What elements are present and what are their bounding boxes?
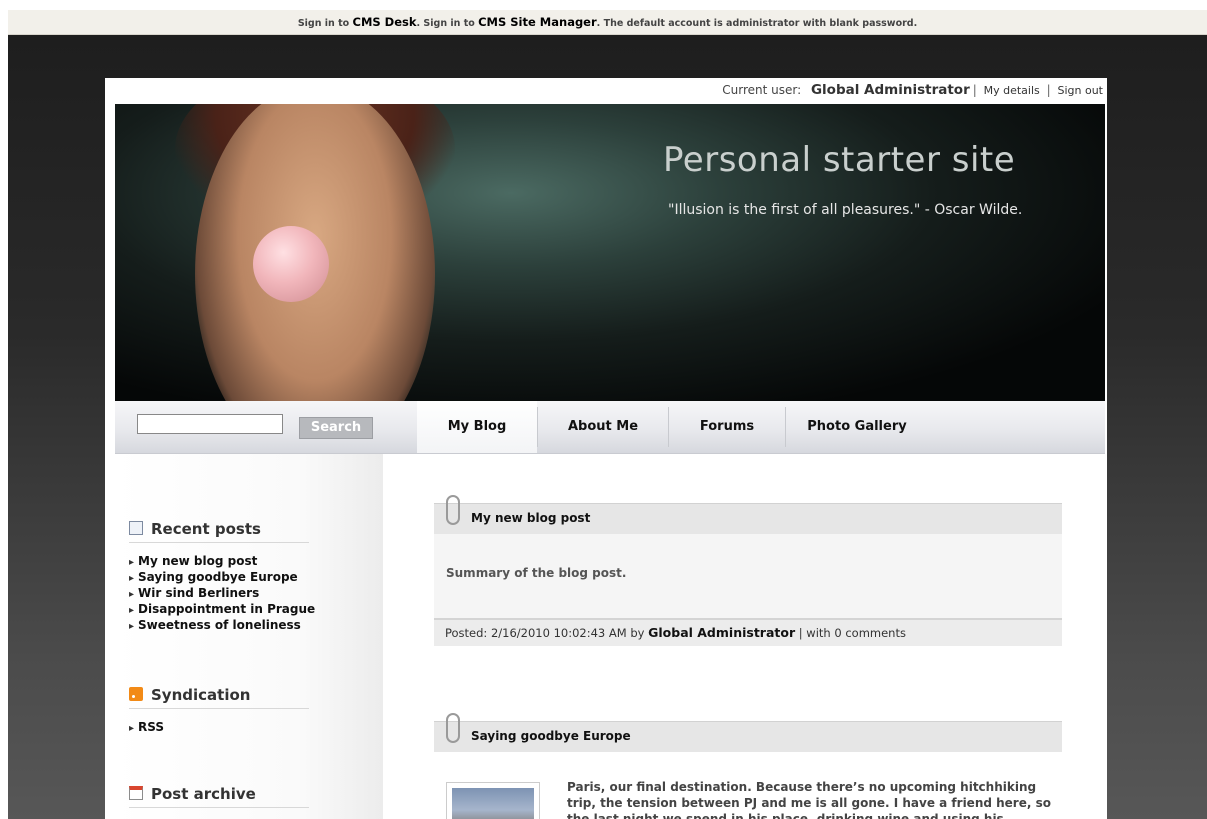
search-input[interactable] [137,414,283,434]
topbar-text-2: . Sign in to [416,18,475,29]
syndication-heading: Syndication [129,686,309,709]
post-archive-heading: Post archive [129,785,309,808]
post-thumbnail[interactable] [446,782,540,819]
post-body: Summary of the blog post. [434,534,1062,618]
post-date: Posted: 2/16/2010 10:02:43 AM by [445,626,645,640]
nav-tab-forums[interactable]: Forums [669,401,785,453]
syndication-title: Syndication [151,686,251,704]
recent-post-link[interactable]: My new blog post [129,554,315,570]
signin-info-bar: Sign in to CMS Desk. Sign in to CMS Site… [8,10,1207,35]
header-banner: Personal starter site "Illusion is the f… [115,104,1105,401]
topbar-text-3: . The default account is administrator w… [596,18,918,29]
nav-tab-my-blog[interactable]: My Blog [417,401,537,453]
syndication-list: RSS [129,720,164,736]
recent-posts-list: My new blog post Saying goodbye Europe W… [129,554,315,634]
post-author-link[interactable]: Global Administrator [648,625,795,640]
post-header: My new blog post [434,495,1062,534]
banner-photo-bubblegum [253,226,329,302]
recent-post-link[interactable]: Wir sind Berliners [129,586,315,602]
calendar-icon [129,786,143,800]
site-title: Personal starter site [663,140,1016,180]
post-summary: Summary of the blog post. [446,566,627,580]
site-page: Current user: Global Administrator | My d… [105,78,1107,819]
paperclip-icon [446,713,460,743]
rss-icon [129,687,143,701]
sidebar: Recent posts My new blog post Saying goo… [115,454,383,819]
sign-out-link[interactable]: Sign out [1057,84,1103,97]
search-button[interactable]: Search [299,417,373,439]
post-comments-link[interactable]: | with 0 comments [799,626,906,640]
browser-viewport: Sign in to CMS Desk. Sign in to CMS Site… [8,10,1207,819]
page-icon [129,521,143,535]
post-title-link[interactable]: My new blog post [471,511,590,525]
recent-post-link[interactable]: Disappointment in Prague [129,602,315,618]
post-footer: Posted: 2/16/2010 10:02:43 AM by Global … [434,618,1062,646]
my-details-link[interactable]: My details [984,84,1040,97]
site-quote: "Illusion is the first of all pleasures.… [668,202,1023,218]
separator: | [972,83,977,97]
recent-posts-heading: Recent posts [129,520,309,543]
recent-post-link[interactable]: Saying goodbye Europe [129,570,315,586]
cms-site-manager-link[interactable]: CMS Site Manager [478,15,597,29]
thumbnail-image [452,788,534,819]
cms-desk-link[interactable]: CMS Desk [353,15,417,29]
rss-link[interactable]: RSS [129,720,164,736]
post-archive-title: Post archive [151,785,256,803]
main-navigation: Search My Blog About Me Forums Photo Gal… [115,401,1105,454]
current-user-name: Global Administrator [810,82,970,98]
user-bar: Current user: Global Administrator | My d… [722,82,1103,102]
recent-posts-title: Recent posts [151,520,261,538]
paperclip-icon [446,495,460,525]
nav-tab-about-me[interactable]: About Me [538,401,668,453]
post-excerpt: Paris, our final destination. Because th… [567,780,1051,819]
post-header: Saying goodbye Europe [434,713,1062,752]
recent-post-link[interactable]: Sweetness of loneliness [129,618,315,634]
separator: | [1046,83,1051,97]
nav-tab-photo-gallery[interactable]: Photo Gallery [786,401,928,453]
post-title-link[interactable]: Saying goodbye Europe [471,729,631,743]
current-user-label: Current user: [722,83,802,97]
topbar-text-1: Sign in to [297,18,350,29]
